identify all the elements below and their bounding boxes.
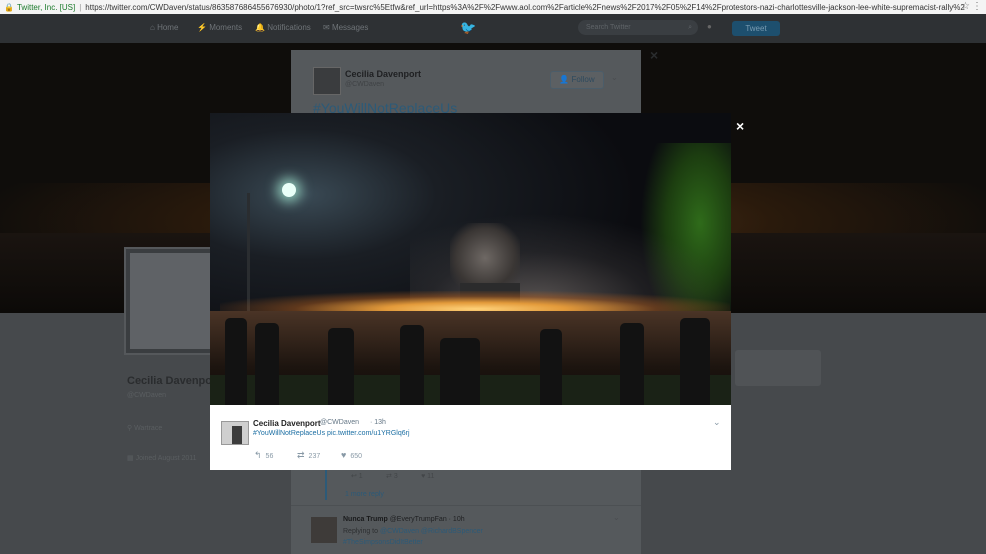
reply-icon: ↰ bbox=[254, 450, 262, 460]
tweet-photo[interactable] bbox=[210, 113, 731, 405]
search-input[interactable]: Search Twitter ⌕ bbox=[578, 20, 698, 35]
author-name[interactable]: Cecilia Davenport bbox=[253, 419, 321, 428]
retweet-icon: ⇄ bbox=[297, 450, 305, 460]
site-identity: Twitter, Inc. [US] bbox=[16, 2, 76, 12]
author-handle[interactable]: @CWDaven bbox=[345, 81, 384, 88]
compose-tweet-button[interactable]: Tweet bbox=[732, 21, 780, 36]
heart-icon: ♥ bbox=[341, 450, 347, 460]
tweet-timestamp[interactable]: · 13h bbox=[370, 419, 386, 426]
separator: | bbox=[79, 2, 82, 12]
profile-location: ⚲ Wartrace bbox=[127, 425, 163, 432]
like-button[interactable]: ♥ 650 bbox=[341, 450, 362, 460]
author-avatar[interactable] bbox=[313, 67, 341, 95]
author-avatar[interactable] bbox=[221, 421, 249, 445]
profile-name: Cecilia Davenport bbox=[127, 375, 220, 387]
reply-stats: ↩ 1 ⇄ 3 ♥ 11 bbox=[351, 473, 435, 480]
media-modal: Cecilia Davenport @CWDaven · 13h #YouWil… bbox=[210, 113, 731, 470]
retweet-button[interactable]: ⇄ 237 bbox=[297, 450, 320, 461]
reply-hashtag[interactable]: #TheSimpsonsDidItBetter bbox=[343, 539, 423, 546]
url-text[interactable]: https://twitter.com/CWDaven/status/86358… bbox=[85, 3, 965, 12]
browser-menu-icon[interactable]: ⋮ bbox=[972, 1, 982, 12]
chevron-down-icon[interactable]: ⌄ bbox=[613, 513, 620, 522]
chevron-down-icon[interactable]: ⌄ bbox=[611, 73, 618, 82]
top-navigation: ⌂ Home ⚡ Moments 🔔 Notifications ✉ Messa… bbox=[0, 14, 986, 43]
nav-notifications[interactable]: 🔔 Notifications bbox=[255, 23, 311, 32]
close-icon[interactable]: × bbox=[650, 47, 658, 63]
browser-address-bar[interactable]: 🔒 Twitter, Inc. [US] | https://twitter.c… bbox=[0, 0, 986, 15]
chevron-down-icon[interactable]: ⌄ bbox=[713, 417, 721, 428]
reply-button[interactable]: ↰ 56 bbox=[254, 450, 273, 461]
nav-home[interactable]: ⌂ Home bbox=[150, 23, 178, 32]
author-name[interactable]: Cecilia Davenport bbox=[345, 69, 421, 79]
nav-messages[interactable]: ✉ Messages bbox=[323, 23, 368, 32]
close-icon[interactable]: × bbox=[736, 118, 744, 134]
twitter-bird-icon[interactable]: 🐦 bbox=[460, 20, 476, 36]
sidebar-widget bbox=[735, 350, 821, 386]
profile-joined: ▦ Joined August 2011 bbox=[127, 455, 197, 462]
author-handle[interactable]: @CWDaven bbox=[320, 419, 359, 426]
profile-handle: @CWDaven bbox=[127, 392, 167, 399]
lock-icon: 🔒 bbox=[4, 2, 14, 12]
reply-context: Replying to @CWDaven @RichardBSpencer bbox=[343, 528, 483, 535]
nav-moments[interactable]: ⚡ Moments bbox=[197, 23, 242, 32]
profile-avatar bbox=[124, 247, 220, 355]
follow-button[interactable]: 👤 Follow bbox=[550, 71, 604, 89]
account-avatar[interactable]: ● bbox=[707, 22, 712, 31]
bookmark-star-icon[interactable]: ☆ bbox=[961, 1, 970, 12]
reply-author[interactable]: Nunca Trump @EveryTrumpFan · 10h bbox=[343, 516, 465, 523]
more-replies-link[interactable]: 1 more reply bbox=[345, 491, 384, 498]
reply-avatar[interactable] bbox=[311, 517, 337, 543]
tweet-text[interactable]: #YouWillNotReplaceUs pic.twitter.com/u1Y… bbox=[253, 430, 410, 437]
search-icon: ⌕ bbox=[688, 24, 692, 31]
